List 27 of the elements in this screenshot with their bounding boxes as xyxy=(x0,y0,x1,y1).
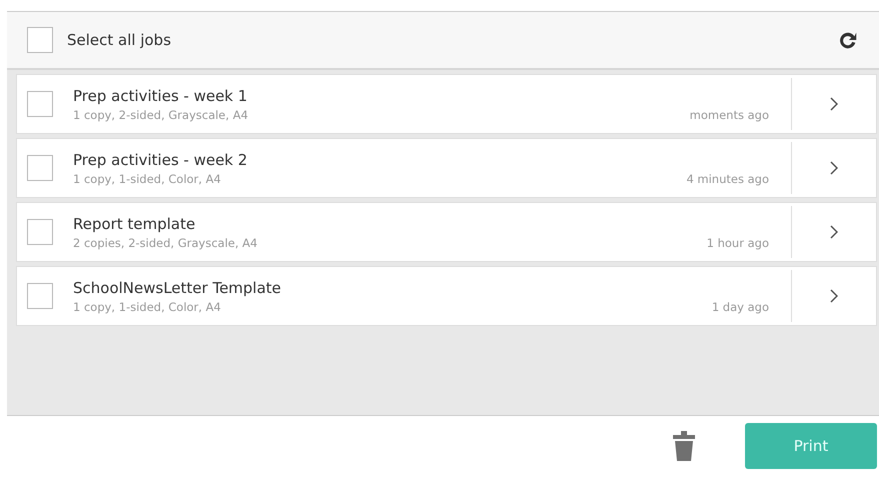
job-checkbox[interactable] xyxy=(27,155,53,181)
chevron-right-icon[interactable] xyxy=(830,161,838,175)
chevron-right-icon[interactable] xyxy=(830,97,838,111)
job-title: Report template xyxy=(73,214,196,232)
job-checkbox[interactable] xyxy=(27,219,53,245)
job-card[interactable]: Prep activities - week 2 1 copy, 1-sided, Color, A4 4 minutes ago xyxy=(16,138,877,198)
job-card[interactable]: SchoolNewsLetter Template 1 copy, 1-sided, Color, A4 1 day ago xyxy=(16,266,877,326)
job-checkbox[interactable] xyxy=(27,91,53,117)
chevron-right-icon[interactable] xyxy=(830,289,838,303)
job-title: SchoolNewsLetter Template xyxy=(73,278,282,296)
job-details: 1 copy, 1-sided, Color, A4 xyxy=(73,300,221,314)
job-card[interactable]: Prep activities - week 1 1 copy, 2-sided, Grayscale, A4 moments ago xyxy=(16,74,877,134)
job-time: 1 hour ago xyxy=(706,236,769,250)
select-all-label: Select all jobs xyxy=(67,31,172,49)
select-all-checkbox[interactable] xyxy=(27,27,53,53)
chevron-right-icon[interactable] xyxy=(830,225,838,239)
job-time: 1 day ago xyxy=(712,300,769,314)
job-card[interactable]: Report template 2 copies, 2-sided, Grayscale, A4 1 hour ago xyxy=(16,202,877,262)
job-time: 4 minutes ago xyxy=(686,172,769,186)
job-details: 2 copies, 2-sided, Grayscale, A4 xyxy=(73,236,258,250)
job-title: Prep activities - week 2 xyxy=(73,150,248,168)
job-title: Prep activities - week 1 xyxy=(73,86,248,104)
job-checkbox[interactable] xyxy=(27,283,53,309)
job-time: moments ago xyxy=(690,108,769,122)
job-details: 1 copy, 2-sided, Grayscale, A4 xyxy=(73,108,248,122)
job-details: 1 copy, 1-sided, Color, A4 xyxy=(73,172,221,186)
trash-icon[interactable] xyxy=(673,431,695,461)
